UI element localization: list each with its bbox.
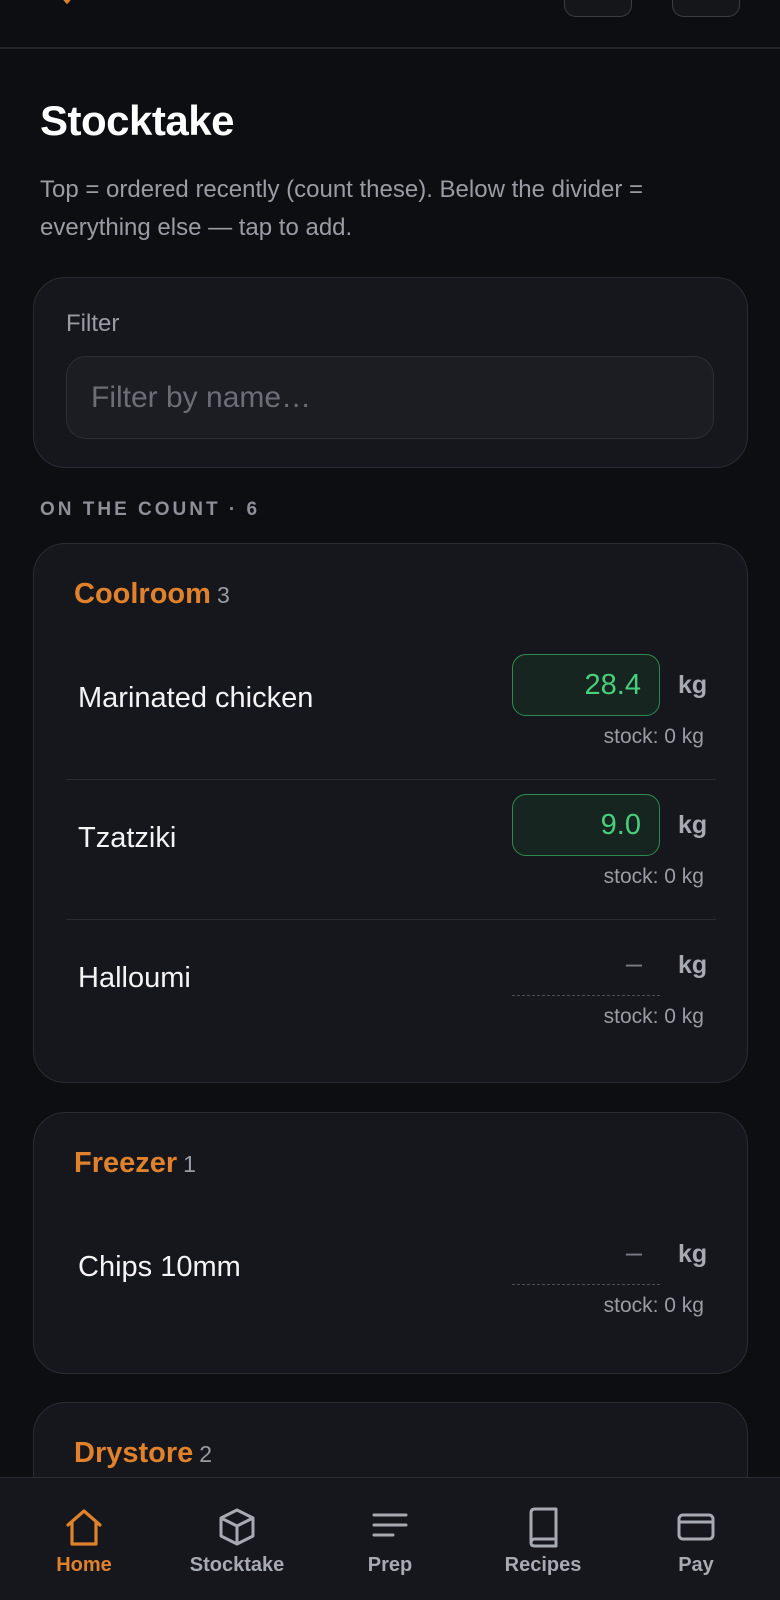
list-item: Marinated chicken 28.4 kg stock: 0 kg [66,640,716,780]
nav-label: Pay [678,1554,714,1576]
group-name: Freezer [74,1147,178,1179]
logo-icon [63,0,71,4]
section-heading: ON THE COUNT · 6 [40,499,261,520]
group-count: 1 [183,1151,196,1177]
nav-label: Home [56,1554,112,1576]
nav-item-pay[interactable]: Pay [618,1478,774,1600]
item-name: Halloumi [78,962,191,994]
group-card-coolroom: Coolroom 3 Marinated chicken 28.4 kg stoc… [33,543,748,1083]
quantity-input[interactable]: 9.0 [512,794,660,856]
group-title: Coolroom 3 [74,578,230,611]
unit-label: kg [678,951,708,979]
header-action-button[interactable] [564,0,632,17]
nav-label: Prep [367,1554,413,1576]
filter-label: Filter [66,310,120,337]
stock-label: stock: 0 kg [603,725,704,748]
page-description: Top = ordered recently (count these). Be… [40,176,643,241]
box-icon [219,1508,255,1546]
group-name: Coolroom [74,578,211,610]
stock-label: stock: 0 kg [603,865,704,888]
list-item: Chips 10mm – kg stock: 0 kg [66,1209,716,1349]
header-menu-button[interactable] [672,0,740,17]
group-card-freezer: Freezer 1 Chips 10mm – kg stock: 0 kg [33,1112,748,1374]
bottom-nav: Home Stocktake Prep Recipes Pay [0,1477,780,1600]
nav-item-prep[interactable]: Prep [312,1478,468,1600]
group-title: Freezer 1 [74,1147,196,1180]
nav-label: Recipes [504,1554,582,1576]
quantity-input[interactable]: 28.4 [512,654,660,716]
item-name: Tzatziki [78,822,177,854]
book-icon [529,1507,558,1548]
unit-label: kg [678,671,708,699]
group-count: 3 [216,582,230,608]
unit-label: kg [678,1240,708,1268]
page-title: Stocktake [40,97,234,144]
top-bar [0,0,780,49]
item-name: Chips 10mm [78,1251,241,1283]
stock-label: stock: 0 kg [603,1294,704,1317]
group-count: 2 [199,1441,213,1467]
filter-input[interactable] [66,356,714,439]
quantity-input[interactable]: – [512,1223,660,1285]
unit-label: kg [678,811,708,839]
nav-item-stocktake[interactable]: Stocktake [159,1478,315,1600]
list-item: Halloumi – kg stock: 0 kg [66,920,716,1060]
home-icon [66,1509,102,1546]
card-icon [677,1513,715,1541]
list-icon [372,1513,408,1537]
filter-card: Filter [33,277,748,468]
nav-item-home[interactable]: Home [6,1478,162,1600]
nav-label: Stocktake [189,1554,285,1576]
list-item: Tzatziki 9.0 kg stock: 0 kg [66,780,716,920]
quantity-input[interactable]: – [512,934,660,996]
group-name: Drystore [74,1437,194,1469]
item-name: Marinated chicken [78,682,314,714]
stock-label: stock: 0 kg [603,1005,704,1028]
group-title: Drystore 2 [74,1437,212,1470]
nav-item-recipes[interactable]: Recipes [465,1478,621,1600]
